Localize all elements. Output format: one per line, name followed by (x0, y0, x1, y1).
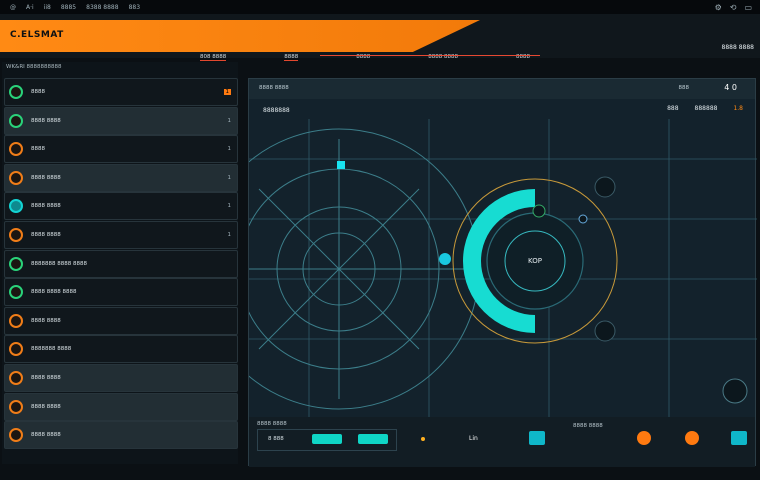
list-item[interactable]: 8888 8888 1 (4, 192, 238, 221)
list-item-label: 8888 8888 (31, 317, 61, 324)
menu-item[interactable]: 883 (129, 4, 140, 11)
status-icon (9, 170, 23, 185)
main-topbar-value: 888 (678, 85, 690, 91)
main-sub-right: 888 888888 1.8 (667, 105, 743, 112)
menu-bar: @ A·i ii8 8885 8388 8888 883 ⚙ ⟲ ▭ (0, 0, 760, 14)
main-topbar-title: 8888 8888 (259, 85, 289, 91)
list-item[interactable]: 8888 1 (4, 135, 238, 164)
bottom-label-2: 8888 8888 (573, 423, 603, 429)
status-dot (421, 437, 425, 441)
main-subtitle: 8888888 (263, 107, 290, 114)
list-item[interactable]: 8888 8888 (4, 306, 238, 335)
status-icon (9, 342, 23, 357)
list-item[interactable]: 8888888 8888 (4, 335, 238, 364)
list-item-label: 8888 8888 (31, 403, 61, 410)
list-item[interactable]: 8888 8888 (4, 363, 238, 392)
status-icon (9, 313, 23, 328)
toggle-switch[interactable] (312, 434, 342, 444)
sub-value: 888888 (694, 105, 718, 112)
list-item-tag: 1 (227, 174, 232, 181)
bottom-mid-label: Lin (469, 435, 478, 442)
list-item-label: 8888 8888 (31, 203, 61, 210)
status-icon (9, 428, 23, 443)
radar-blip (337, 161, 345, 169)
gear-icon[interactable]: ⚙ (715, 3, 722, 12)
status-icon (9, 285, 23, 300)
list-item-tag: 1 (227, 231, 232, 238)
list-item[interactable]: 8888 1 (4, 78, 238, 106)
list-item-label: 8888888 8888 (31, 346, 72, 353)
list-item-label: 8888 8888 (31, 432, 61, 439)
status-icon (9, 142, 23, 157)
status-icon (9, 199, 23, 214)
main-panel: 8888 8888 888 4 0 8888888 888 888888 1.8 (248, 78, 757, 467)
header-status: 8888 8888 (721, 44, 754, 51)
bottom-controls: 8888 8888 8 888 Lin 8888 8888 (249, 417, 755, 467)
status-icon (9, 370, 23, 385)
bottom-label: 8888 8888 (257, 421, 287, 427)
menu-item[interactable]: @ (10, 4, 16, 11)
list-item-label: 8888 8888 (31, 174, 61, 181)
toggle-switch[interactable] (358, 434, 388, 444)
orange-button[interactable] (685, 431, 699, 445)
sub-value: 1.8 (733, 105, 743, 112)
refresh-icon[interactable]: ⟲ (730, 3, 737, 12)
status-icon (9, 85, 23, 99)
list-item-tag: 1 (227, 146, 232, 153)
radar-display[interactable]: KOP (249, 119, 757, 419)
dial-label: KOP (528, 257, 542, 265)
list-item[interactable]: 8888 8888 1 (4, 220, 238, 249)
menu-item[interactable]: ii8 (44, 4, 51, 11)
window-icon[interactable]: ▭ (744, 3, 752, 12)
main-topbar-value-2: 4 0 (724, 83, 737, 92)
aux-indicator (594, 176, 616, 198)
list-item[interactable]: 8888 8888 1 (4, 163, 238, 192)
action-button[interactable] (731, 431, 747, 445)
main-topbar: 8888 8888 888 4 0 (249, 79, 755, 99)
left-panel-heading: WK&RI 8888888888 (6, 64, 62, 70)
list-item-label: 8888 8888 8888 (31, 289, 77, 296)
list-item-label: 8888 8888 (31, 117, 61, 124)
list-item-tag: 1 (227, 117, 232, 124)
corner-control[interactable] (722, 378, 748, 404)
status-icon (9, 256, 23, 271)
action-button[interactable] (529, 431, 545, 445)
left-panel: WK&RI 8888888888 8888 1 8888 8888 1 8888 1 888… (2, 62, 238, 464)
list-item-label: 8888 8888 (31, 374, 61, 381)
list-item-label: 8888888 8888 8888 (31, 260, 87, 267)
radar-node (439, 253, 451, 265)
accent-line (320, 55, 540, 56)
control-label: 8 888 (268, 436, 284, 442)
list-item-label: 8888 8888 (31, 231, 61, 238)
list-item[interactable]: 8888 8888 (4, 421, 238, 450)
control-group: 8 888 (257, 429, 397, 451)
tab[interactable]: 8888 (284, 54, 299, 61)
list-item-tag: 1 (223, 89, 231, 95)
title-banner (0, 20, 480, 52)
list-item-tag: 1 (227, 203, 232, 210)
list-item[interactable]: 8888 8888 1 (4, 106, 238, 135)
status-icon (9, 113, 23, 128)
menu-item[interactable]: 8885 (61, 4, 76, 11)
list-item-label: 8888 (31, 146, 45, 153)
tab[interactable]: 808 8888 (200, 54, 227, 61)
list-item-label: 8888 (31, 89, 45, 95)
sub-value: 888 (667, 105, 679, 112)
menu-item[interactable]: A·i (26, 4, 34, 11)
list-item[interactable]: 8888 8888 (4, 392, 238, 421)
orange-button[interactable] (637, 431, 651, 445)
menu-item[interactable]: 8388 8888 (86, 4, 118, 11)
list-item[interactable]: 8888888 8888 8888 (4, 249, 238, 278)
status-icon (9, 227, 23, 242)
status-icon (9, 399, 23, 414)
item-list: 8888 1 8888 8888 1 8888 1 8888 8888 1 8888 8888 1… (4, 78, 238, 450)
app-title: C.ELSMAT (10, 30, 64, 40)
list-item[interactable]: 8888 8888 8888 (4, 278, 238, 307)
aux-indicator (594, 320, 616, 342)
header: C.ELSMAT 808 8888 8888 8888 8888 8888 88… (0, 14, 760, 61)
